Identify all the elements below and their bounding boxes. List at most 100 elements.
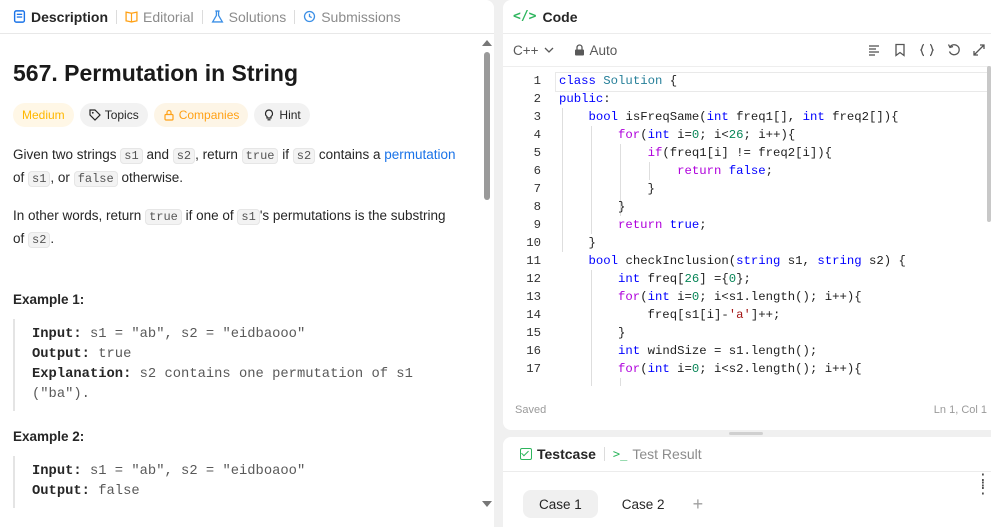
code-text: bool checkInclusion(string s1, string s2…: [588, 254, 906, 268]
tab-submissions[interactable]: Submissions: [298, 0, 405, 34]
case-label: Case 1: [539, 496, 582, 512]
tag-icon: [89, 109, 101, 121]
permutation-link[interactable]: permutation: [384, 147, 455, 162]
problem-description: Given two strings s1 and s2, return true…: [13, 144, 467, 251]
tab-solutions[interactable]: Solutions: [206, 0, 292, 34]
code-text: return true;: [618, 218, 707, 232]
tab-divider: [294, 9, 296, 24]
input-label: Input:: [32, 327, 82, 342]
input-value: s1 = "ab", s2 = "eidbaooo": [81, 327, 306, 342]
case-2-tab[interactable]: Case 2: [606, 490, 681, 518]
indent-guide: [620, 378, 621, 386]
checkbox-icon: [520, 448, 532, 460]
flask-icon: [211, 10, 224, 23]
desc-text: otherwise.: [117, 170, 183, 185]
tab-divider: [116, 9, 118, 24]
inline-code: false: [73, 171, 118, 187]
tab-divider: [201, 9, 203, 24]
desc-text: Given two strings: [13, 147, 121, 162]
code-editor[interactable]: 1 class Solution { 2 public: 3 bool isFreq…: [503, 72, 991, 386]
example-explanation: Explanation: s2 contains one permutation…: [32, 365, 467, 385]
tab-label: Submissions: [321, 8, 401, 25]
example-input: Input: s1 = "ab", s2 = "eidbaooo": [32, 325, 467, 345]
tab-divider: [603, 447, 605, 461]
hint-tag[interactable]: Hint: [254, 103, 310, 127]
inline-code: s1: [120, 148, 143, 164]
language-select[interactable]: C++: [513, 43, 555, 58]
code-line: 17 for(int i=0; i<s2.length(); i++){: [503, 360, 991, 378]
desc-text: , return: [195, 147, 242, 162]
example-input: Input: s1 = "ab", s2 = "eidboaoo": [32, 462, 467, 482]
hint-label: Hint: [279, 108, 301, 122]
code-icon: </>: [513, 9, 537, 24]
auto-label: Auto: [589, 42, 618, 58]
code-text: }: [559, 326, 626, 340]
scroll-up-arrow[interactable]: [482, 40, 492, 46]
line-number: 3: [533, 110, 541, 124]
code-text: int windSize = s1.length();: [618, 344, 818, 358]
problem-content: 567. Permutation in String Medium Topics…: [0, 35, 480, 510]
code-line: 12 int freq[26] ={0};: [503, 270, 991, 288]
case-label: Case 2: [621, 496, 665, 512]
expand-icon[interactable]: [973, 43, 985, 57]
problem-title: 567. Permutation in String: [13, 60, 298, 86]
lightbulb-icon: [265, 109, 274, 121]
companies-label: Companies: [178, 108, 240, 122]
difficulty-badge[interactable]: Medium: [13, 103, 74, 127]
tab-description[interactable]: Description: [8, 0, 113, 34]
code-text: freq[s1[i]-'a']++;: [559, 308, 781, 322]
description-paragraph: Given two strings s1 and s2, return true…: [13, 144, 467, 190]
code-text: if(freq1[i] != freq2[i]){: [647, 146, 833, 160]
reset-icon[interactable]: [947, 43, 961, 57]
code-line: 7 }: [503, 180, 991, 198]
code-text: class Solution {: [559, 74, 678, 88]
companies-tag[interactable]: Companies: [153, 103, 249, 127]
example-2-block: Input: s1 = "ab", s2 = "eidboaoo" Output…: [13, 456, 467, 508]
problem-panel: Description Editorial Solutions Submissi…: [0, 0, 494, 527]
inline-code: s1: [28, 171, 51, 187]
tab-test-result[interactable]: >_ Test Result: [608, 446, 707, 462]
save-status: Saved: [515, 404, 547, 416]
format-icon[interactable]: [867, 43, 881, 57]
tab-editorial[interactable]: Editorial: [120, 0, 199, 34]
tab-testcase[interactable]: Testcase: [515, 446, 601, 462]
resize-handle[interactable]: [729, 432, 763, 435]
code-line: 10 }: [503, 234, 991, 252]
difficulty-label: Medium: [22, 108, 65, 122]
problem-tabs: Description Editorial Solutions Submissi…: [0, 0, 494, 34]
line-number: 12: [526, 272, 541, 286]
input-label: Input:: [32, 464, 82, 479]
explanation-value: s2 contains one permutation of s1: [131, 367, 413, 382]
code-title: Code: [542, 8, 578, 25]
bookmark-icon[interactable]: [893, 43, 907, 57]
code-line: 14 freq[s1[i]-'a']++;: [503, 306, 991, 324]
line-number: 11: [526, 254, 541, 268]
topics-label: Topics: [104, 108, 139, 122]
code-line: 2 public:: [503, 90, 991, 108]
example-output: Output: false: [32, 482, 467, 502]
editor-scrollbar[interactable]: [987, 66, 991, 222]
braces-icon[interactable]: [919, 43, 935, 57]
code-line: 3 bool isFreqSame(int freq1[], int freq2…: [503, 108, 991, 126]
input-value: s1 = "ab", s2 = "eidboaoo": [81, 464, 306, 479]
cursor-position: Ln 1, Col 1: [933, 404, 987, 416]
description-scrollbar[interactable]: [484, 52, 490, 200]
case-1-tab[interactable]: Case 1: [523, 490, 598, 518]
add-case-button[interactable]: +: [693, 494, 704, 515]
topics-tag[interactable]: Topics: [79, 103, 148, 127]
code-text: for(int i=0; i<s1.length(); i++){: [618, 290, 862, 304]
auto-mode[interactable]: Auto: [574, 42, 618, 58]
code-line: 5 if(freq1[i] != freq2[i]){: [503, 144, 991, 162]
test-result-label: Test Result: [632, 446, 702, 462]
terminal-icon: >_: [612, 447, 628, 461]
output-label: Output:: [32, 484, 90, 499]
desc-text: and: [142, 147, 173, 162]
lock-icon: [574, 44, 584, 56]
description-icon: [13, 10, 26, 23]
desc-text: of: [13, 170, 29, 185]
output-value: false: [89, 484, 140, 499]
more-icon[interactable]: ⋮ ⋮: [975, 473, 991, 497]
scroll-down-arrow[interactable]: [482, 501, 492, 507]
inline-code: true: [145, 209, 182, 225]
description-paragraph: In other words, return true if one of s1…: [13, 205, 467, 251]
